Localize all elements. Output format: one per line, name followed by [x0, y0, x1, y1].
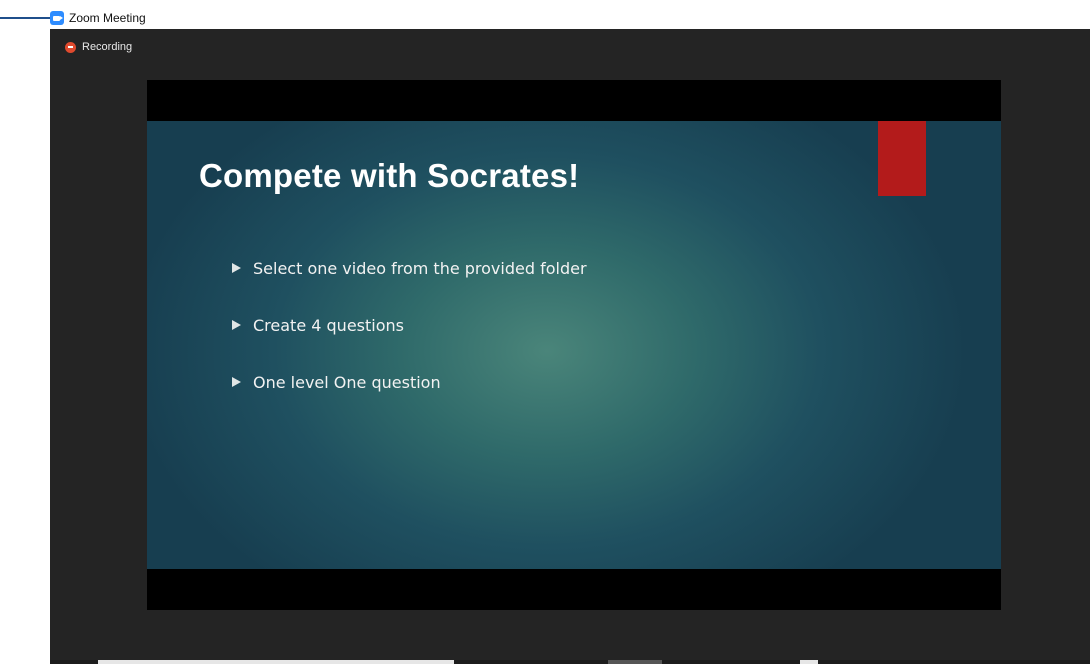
list-item: Select one video from the provided folde… — [232, 258, 587, 278]
toolbar-segment — [800, 660, 818, 664]
slide-title: Compete with Socrates! — [199, 157, 580, 194]
screen-share-view: Compete with Socrates! Select one video … — [147, 80, 1001, 610]
bullet-text: One level One question — [253, 372, 441, 392]
list-item: One level One question — [232, 372, 587, 392]
connector-line — [0, 17, 54, 19]
recording-indicator[interactable]: Recording — [65, 41, 132, 53]
triangle-bullet-icon — [232, 263, 241, 273]
screen: Zoom Meeting Recording Compete with Socr… — [0, 0, 1090, 664]
slide-accent-bar — [878, 121, 926, 196]
bullet-list: Select one video from the provided folde… — [232, 258, 587, 429]
zoom-meeting-window: Recording Compete with Socrates! Select … — [50, 29, 1090, 664]
triangle-bullet-icon — [232, 377, 241, 387]
window-title: Zoom Meeting — [69, 11, 146, 25]
recording-label: Recording — [82, 41, 133, 53]
toolbar-strip — [50, 660, 1090, 664]
record-dot-icon — [65, 41, 76, 53]
bullet-text: Create 4 questions — [253, 315, 404, 335]
presentation-slide: Compete with Socrates! Select one video … — [147, 121, 1001, 569]
window-titlebar[interactable]: Zoom Meeting — [50, 8, 146, 28]
toolbar-segment — [98, 660, 454, 664]
toolbar-segment — [608, 660, 662, 664]
bullet-text: Select one video from the provided folde… — [253, 258, 587, 278]
zoom-video-icon — [50, 11, 64, 25]
triangle-bullet-icon — [232, 320, 241, 330]
list-item: Create 4 questions — [232, 315, 587, 335]
